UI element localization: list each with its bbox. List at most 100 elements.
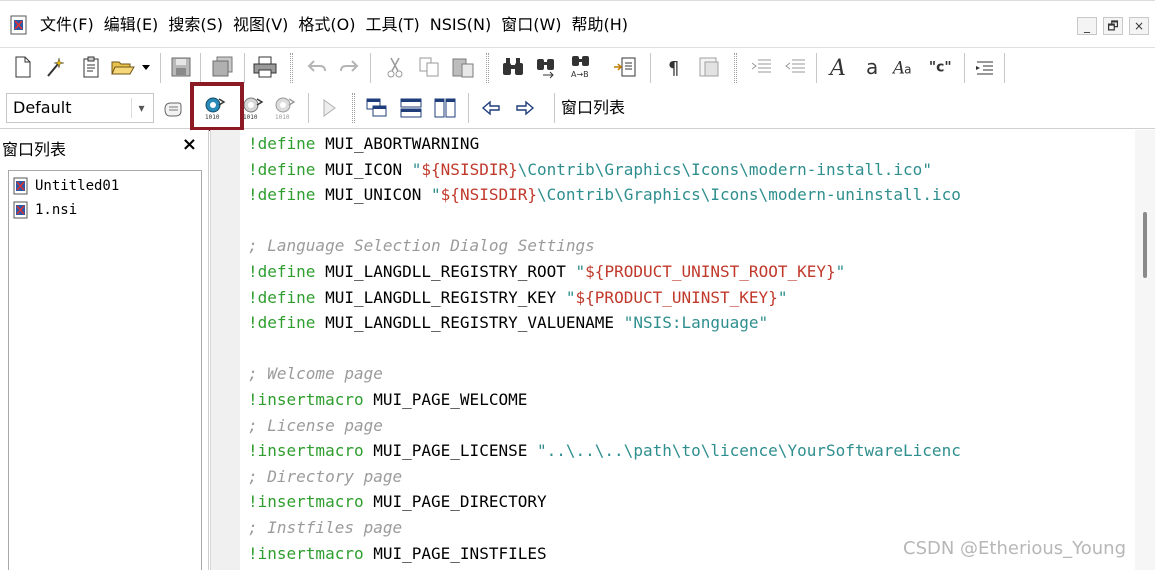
code-line: !define MUI_LANGDLL_REGISTRY_VALUENAME "… <box>248 310 768 335</box>
panel-splitter[interactable] <box>210 130 240 570</box>
window-list-button[interactable]: 窗口列表 <box>554 93 631 123</box>
binoculars-icon <box>503 58 523 75</box>
show-whitespace-button[interactable]: ¶ <box>662 54 688 80</box>
code-line: !define MUI_UNICON "${NSISDIR}\Contrib\G… <box>248 182 961 207</box>
menu-tools[interactable]: 工具(T) <box>364 13 428 37</box>
tile-horizontal-button[interactable] <box>398 95 424 121</box>
toolbar-separator <box>244 53 245 83</box>
code-token-comment: ; Directory page <box>248 466 403 486</box>
goto-line-button[interactable] <box>612 54 638 80</box>
find-next-button[interactable] <box>534 54 560 80</box>
code-line: ; Directory page <box>248 464 402 489</box>
cut-button[interactable] <box>382 54 408 80</box>
list-item[interactable]: Untitled01 <box>13 175 119 197</box>
code-token-str: " <box>411 159 422 179</box>
font-button[interactable]: A <box>826 54 852 80</box>
style-edit-button[interactable] <box>160 95 186 121</box>
compile-button-highlight <box>190 82 244 131</box>
close-document-button[interactable]: × <box>1129 17 1149 35</box>
wrap-lines-button[interactable] <box>696 54 722 80</box>
code-token: MUI_LANGDLL_REGISTRY_ROOT <box>315 262 576 281</box>
run-button[interactable] <box>316 95 342 121</box>
code-token-str: \Contrib\Graphics\Icons\modern-install.i… <box>517 159 932 179</box>
open-folder-icon <box>111 61 135 75</box>
tile-vertical-icon <box>434 98 456 118</box>
code-token-kw: !insertmacro <box>248 492 364 512</box>
svg-text:a: a <box>904 63 911 77</box>
save-all-button[interactable] <box>210 54 236 80</box>
code-token-str: " <box>777 287 788 307</box>
change-case-button[interactable]: Aa <box>892 54 918 80</box>
find-button[interactable] <box>500 54 526 80</box>
style-select[interactable]: Default ▾ <box>6 93 154 123</box>
scrollbar-thumb[interactable] <box>1143 212 1147 278</box>
paste-icon <box>452 58 474 78</box>
redo-button[interactable] <box>336 54 362 80</box>
code-line: !insertmacro MUI_PAGE_DIRECTORY <box>248 489 547 514</box>
vertical-scrollbar[interactable] <box>1135 130 1155 570</box>
toolbar-grip[interactable] <box>290 53 293 83</box>
outdent-button[interactable] <box>782 54 808 80</box>
code-editor[interactable]: !define MUI_ABORTWARNING !define MUI_ICON… <box>240 130 1135 570</box>
paste-button[interactable] <box>450 54 476 80</box>
code-token-var: ${PRODUCT_UNINST_KEY} <box>575 287 778 307</box>
close-panel-button[interactable]: × <box>182 134 197 155</box>
toolbar-separator <box>200 53 201 83</box>
next-window-button[interactable] <box>512 95 538 121</box>
compile-all-icon: 1010 <box>275 97 296 120</box>
undo-button[interactable] <box>304 54 330 80</box>
save-button[interactable] <box>168 54 194 80</box>
style-select-value: Default <box>13 98 72 117</box>
lowercase-button[interactable]: a <box>860 54 886 80</box>
code-token-comment: ; Instfiles page <box>248 518 403 537</box>
replace-button[interactable]: A→B <box>568 54 594 80</box>
insert-button[interactable] <box>972 54 998 80</box>
chevron-down-icon[interactable]: ▾ <box>131 98 151 118</box>
open-recent-dropdown[interactable] <box>138 54 154 80</box>
list-item[interactable]: 1.nsi <box>13 199 77 221</box>
nsis-toolbar: Default ▾ 1010 1010 1010 窗口列表 <box>0 87 1155 129</box>
code-token: MUI_PAGE_WELCOME <box>363 390 528 409</box>
code-token-kw: !define <box>248 313 316 333</box>
cascade-windows-button[interactable] <box>364 95 390 121</box>
toolbar-separator <box>964 53 965 83</box>
menu-nsis[interactable]: NSIS(N) <box>428 13 499 37</box>
code-token: MUI_LANGDLL_REGISTRY_VALUENAME <box>315 313 624 333</box>
arrow-right-icon <box>516 100 535 116</box>
menu-edit[interactable]: 编辑(E) <box>102 13 167 37</box>
code-token-comment: ; Welcome page <box>248 364 383 384</box>
menu-search[interactable]: 搜索(S) <box>166 13 231 37</box>
open-file-button[interactable] <box>110 54 136 80</box>
code-line: ; Instfiles page <box>248 515 402 540</box>
code-token: MUI_ICON <box>315 159 412 179</box>
copy-button[interactable] <box>416 54 442 80</box>
menu-window[interactable]: 窗口(W) <box>499 13 569 37</box>
code-line: !define MUI_LANGDLL_REGISTRY_KEY "${PROD… <box>248 285 787 310</box>
restore-button[interactable]: 🗗 <box>1103 17 1123 35</box>
code-line: !define MUI_ICON "${NSISDIR}\Contrib\Gra… <box>248 157 932 182</box>
minimize-button[interactable]: _ <box>1077 17 1097 35</box>
new-file-button[interactable] <box>10 54 36 80</box>
quote-button[interactable]: "c" <box>928 54 954 80</box>
code-token-str: "NSIS:Language" <box>623 313 769 333</box>
code-token-str: " <box>835 262 846 281</box>
template-button[interactable] <box>78 54 104 80</box>
menu-format[interactable]: 格式(O) <box>296 13 363 37</box>
clipboard-template-icon <box>83 56 99 78</box>
compile-all-button[interactable]: 1010 <box>272 95 298 121</box>
toolbar-grip[interactable] <box>352 93 355 123</box>
menu-view[interactable]: 视图(V) <box>231 13 296 37</box>
tile-vertical-button[interactable] <box>432 95 458 121</box>
menu-help[interactable]: 帮助(H) <box>570 13 637 37</box>
new-wizard-button[interactable] <box>42 54 68 80</box>
indent-button[interactable] <box>748 54 774 80</box>
code-line: !insertmacro MUI_PAGE_INSTFILES <box>248 541 547 566</box>
menu-file[interactable]: 文件(F) <box>38 13 102 37</box>
toolbar-grip[interactable] <box>734 53 737 83</box>
code-token-kw: !insertmacro <box>248 390 364 409</box>
previous-window-button[interactable] <box>478 95 504 121</box>
toolbar-grip[interactable] <box>486 53 489 83</box>
code-token: MUI_PAGE_LICENSE <box>363 441 537 461</box>
print-button[interactable] <box>252 54 278 80</box>
wrap-icon <box>699 57 719 77</box>
